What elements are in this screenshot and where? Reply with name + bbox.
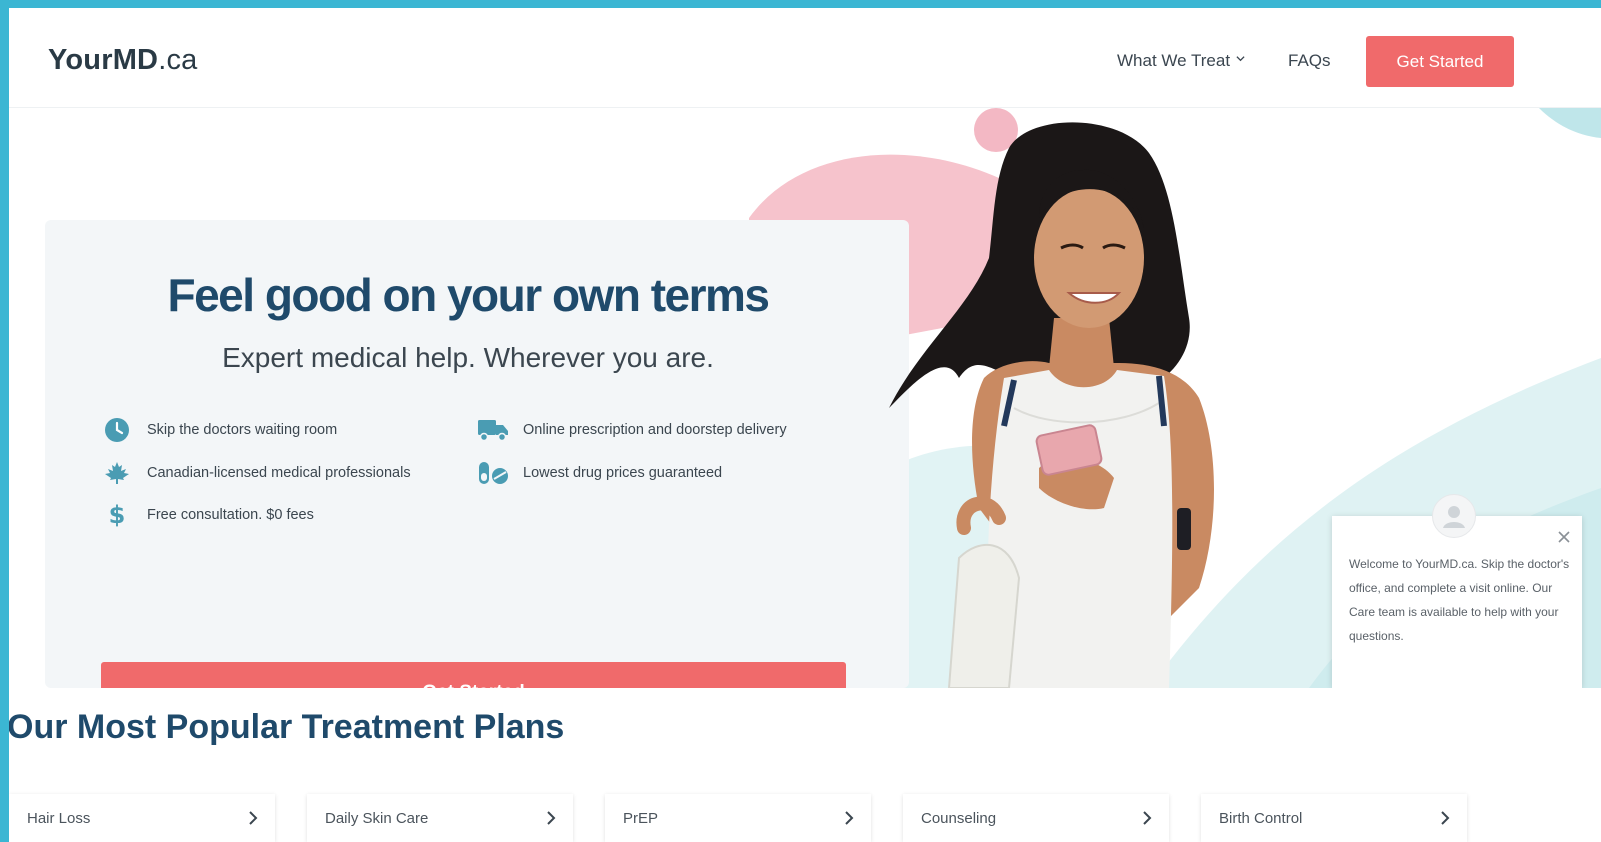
hero-card: Feel good on your own terms Expert medic… xyxy=(45,220,909,688)
hero-headline: Feel good on your own terms xyxy=(167,269,770,321)
plan-card-counseling[interactable]: Counseling xyxy=(903,794,1169,842)
feature-item: Online prescription and doorstep deliver… xyxy=(477,416,787,444)
chevron-right-icon xyxy=(547,811,556,825)
plan-card-hair-loss[interactable]: Hair Loss xyxy=(9,794,275,842)
hero-section: Feel good on your own terms Expert medic… xyxy=(9,108,1601,688)
site-header: YourMD.ca What We Treat FAQs Get Started xyxy=(9,8,1601,108)
nav-what-we-treat-label: What We Treat xyxy=(1117,51,1231,70)
nav-faqs[interactable]: FAQs xyxy=(1288,51,1331,71)
treatment-plans-list: Hair Loss Daily Skin Care PrEP Counselin… xyxy=(9,794,1601,842)
header-get-started-button[interactable]: Get Started xyxy=(1366,36,1514,87)
site-logo[interactable]: YourMD.ca xyxy=(48,44,198,77)
plan-card-daily-skin-care[interactable]: Daily Skin Care xyxy=(307,794,573,842)
treatment-plans-heading: Our Most Popular Treatment Plans xyxy=(9,708,565,746)
maple-leaf-icon xyxy=(101,459,133,487)
plan-card-birth-control[interactable]: Birth Control xyxy=(1201,794,1467,842)
plan-label: PrEP xyxy=(623,809,659,827)
chat-popup[interactable]: Welcome to YourMD.ca. Skip the doctor's … xyxy=(1332,494,1582,688)
plan-label: Daily Skin Care xyxy=(325,809,429,827)
hero-woman-photo xyxy=(889,122,1214,688)
dollar-icon: $ xyxy=(108,501,126,529)
nav-what-we-treat[interactable]: What We Treat xyxy=(1117,51,1245,71)
plan-card-prep[interactable]: PrEP xyxy=(605,794,871,842)
feature-item: $ Free consultation. $0 fees xyxy=(101,501,314,529)
chevron-right-icon xyxy=(1441,811,1450,825)
chevron-down-icon xyxy=(1236,56,1245,62)
clock-icon xyxy=(101,416,133,444)
close-icon[interactable] xyxy=(1557,530,1571,544)
hero-get-started-button[interactable]: Get Started xyxy=(101,662,846,688)
chevron-right-icon xyxy=(249,811,258,825)
plan-label: Hair Loss xyxy=(27,809,91,827)
agent-avatar-icon xyxy=(1432,494,1476,538)
feature-item: Skip the doctors waiting room xyxy=(101,416,337,444)
chevron-right-icon xyxy=(845,811,854,825)
pills-icon xyxy=(477,459,509,487)
chevron-right-icon xyxy=(1143,811,1152,825)
chat-message: Welcome to YourMD.ca. Skip the doctor's … xyxy=(1349,557,1570,643)
feature-item: Lowest drug prices guaranteed xyxy=(477,459,722,487)
plan-label: Counseling xyxy=(921,809,997,827)
page: YourMD.ca What We Treat FAQs Get Started… xyxy=(9,8,1601,842)
plan-label: Birth Control xyxy=(1219,809,1303,827)
hero-subheadline: Expert medical help. Wherever you are. xyxy=(222,342,714,373)
feature-item: Canadian-licensed medical professionals xyxy=(101,459,411,487)
truck-icon xyxy=(477,416,509,444)
